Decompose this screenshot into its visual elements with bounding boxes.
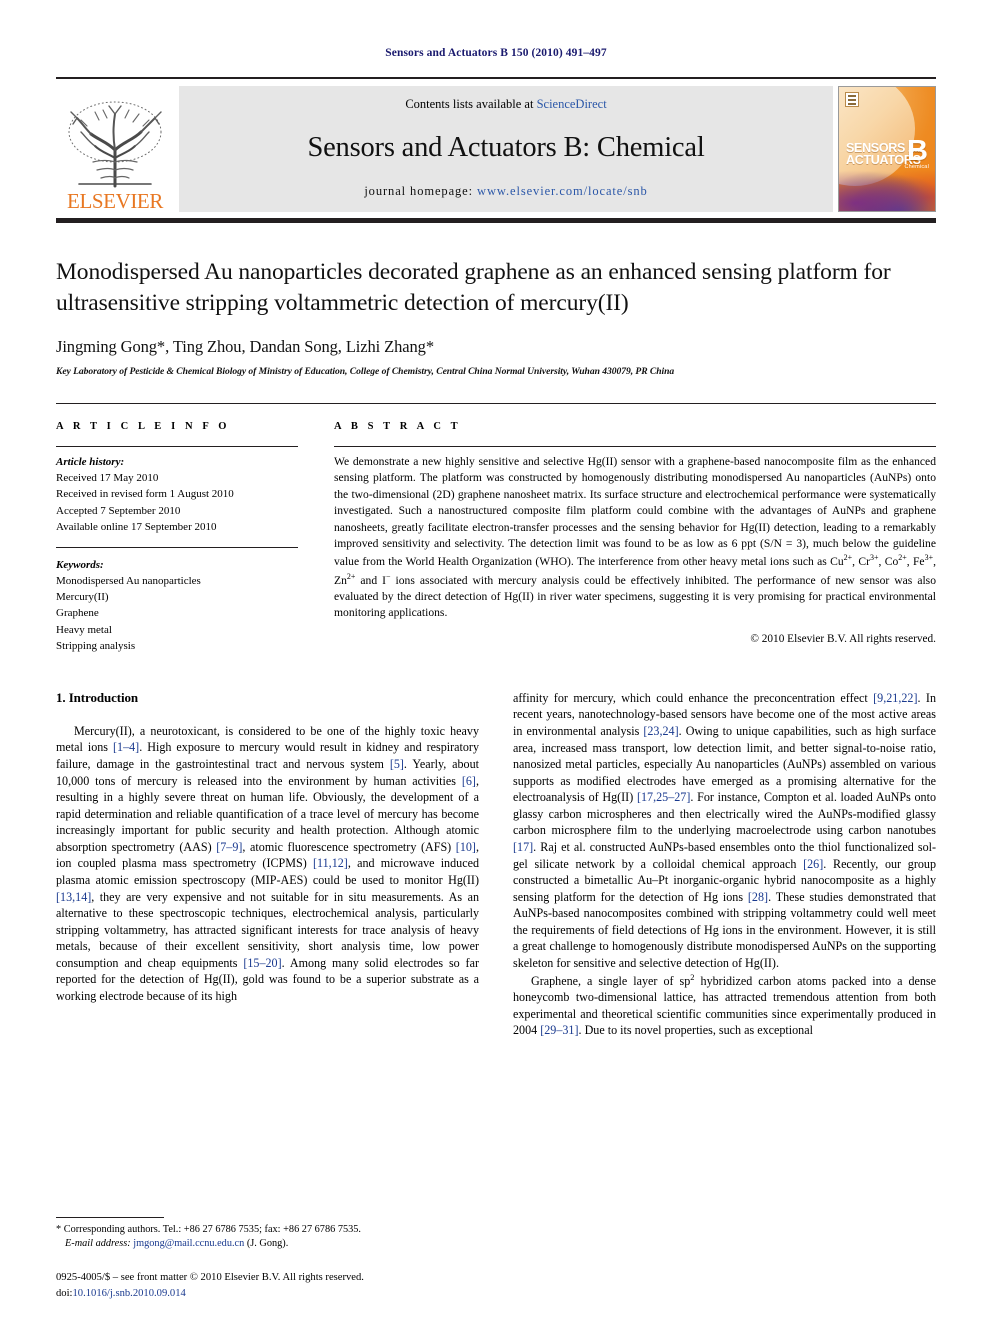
ion-charge: 2+ bbox=[843, 553, 853, 563]
body-column-left: 1. Introduction Mercury(II), a neurotoxi… bbox=[56, 690, 479, 1166]
citation-ref[interactable]: [11,12] bbox=[313, 856, 348, 870]
article-history-group: Article history: Received 17 May 2010 Re… bbox=[56, 454, 298, 535]
journal-homepage-link[interactable]: www.elsevier.com/locate/snb bbox=[477, 184, 648, 198]
citation-ref[interactable]: [7–9] bbox=[216, 840, 242, 854]
ion-charge: 3+ bbox=[924, 553, 934, 563]
citation-ref[interactable]: [6] bbox=[462, 774, 476, 788]
journal-title: Sensors and Actuators B: Chemical bbox=[307, 132, 705, 163]
contents-prefix: Contents lists available at bbox=[405, 97, 537, 111]
elsevier-wordmark: ELSEVIER bbox=[67, 189, 163, 213]
abstract-part-1: We demonstrate a new highly sensitive an… bbox=[334, 455, 936, 569]
ion-sep: , Fe bbox=[906, 555, 925, 569]
elsevier-tree-icon bbox=[68, 101, 162, 188]
cover-subtitle: Chemical bbox=[904, 163, 929, 170]
body-columns: 1. Introduction Mercury(II), a neurotoxi… bbox=[56, 690, 936, 1166]
cover-elsevier-mark-icon bbox=[845, 92, 859, 107]
citation-ref[interactable]: [13,14] bbox=[56, 890, 91, 904]
footnote-rule bbox=[56, 1216, 164, 1218]
citation-ref[interactable]: [17] bbox=[513, 840, 533, 854]
article-info-heading: A R T I C L E I N F O bbox=[56, 421, 231, 433]
abstract-heading: A B S T R A C T bbox=[334, 421, 462, 433]
imprint-block: 0925-4005/$ – see front matter © 2010 El… bbox=[56, 1270, 526, 1301]
corresponding-author-note: * Corresponding authors. Tel.: +86 27 67… bbox=[56, 1223, 361, 1235]
email-suffix: (J. Gong). bbox=[246, 1238, 289, 1250]
text-run: affinity for mercury, which could enhanc… bbox=[513, 690, 874, 705]
affiliation: Key Laboratory of Pesticide & Chemical B… bbox=[56, 366, 675, 378]
title-block: Monodispersed Au nanoparticles decorated… bbox=[56, 257, 936, 377]
text-run: , atomic fluorescence spectrometry (AFS) bbox=[242, 839, 456, 854]
journal-homepage-line: journal homepage: www.elsevier.com/locat… bbox=[364, 184, 647, 199]
keywords-label: Keywords: bbox=[56, 558, 104, 571]
journal-cover-thumbnail: SENSORS and ACTUATORS B Chemical bbox=[838, 86, 936, 212]
citation-ref[interactable]: [23,24] bbox=[643, 724, 678, 738]
citation-ref[interactable]: [26] bbox=[803, 857, 823, 871]
doi-link[interactable]: 10.1016/j.snb.2010.09.014 bbox=[72, 1288, 185, 1299]
masthead-rule bbox=[56, 218, 936, 223]
email-note: E-mail address: jmgong@mail.ccnu.edu.cn … bbox=[56, 1237, 479, 1252]
ion-sep: , Co bbox=[878, 555, 899, 569]
keyword-item: Monodispersed Au nanoparticles bbox=[56, 575, 201, 588]
keyword-item: Graphene bbox=[56, 607, 99, 620]
running-head: Sensors and Actuators B 150 (2010) 491–4… bbox=[385, 47, 607, 59]
author-list: Jingming Gong*, Ting Zhou, Dandan Song, … bbox=[56, 337, 434, 357]
journal-masthead: ELSEVIER Contents lists available at Sci… bbox=[56, 77, 936, 212]
history-item: Received in revised form 1 August 2010 bbox=[56, 488, 234, 501]
intro-paragraph-right-cont: affinity for mercury, which could enhanc… bbox=[513, 690, 936, 972]
article-info-column: A R T I C L E I N F O Article history: R… bbox=[56, 421, 298, 654]
citation-ref[interactable]: [10] bbox=[456, 840, 476, 854]
journal-band: Contents lists available at ScienceDirec… bbox=[179, 86, 833, 212]
abstract-part-2: and I bbox=[355, 573, 387, 587]
article-info-rule bbox=[56, 446, 298, 448]
citation-ref[interactable]: [9,21,22] bbox=[873, 691, 917, 705]
doi-line: doi:10.1016/j.snb.2010.09.014 bbox=[56, 1286, 526, 1301]
intro-paragraph-left: Mercury(II), a neurotoxicant, is conside… bbox=[56, 723, 479, 1005]
abstract-column: A B S T R A C T We demonstrate a new hig… bbox=[334, 421, 936, 654]
citation-ref[interactable]: [17,25–27] bbox=[637, 790, 690, 804]
keyword-item: Stripping analysis bbox=[56, 639, 136, 652]
intro-paragraph-graphene: Graphene, a single layer of sp2 hybridiz… bbox=[513, 972, 936, 1039]
contents-available-line: Contents lists available at ScienceDirec… bbox=[405, 97, 606, 112]
abstract-text: We demonstrate a new highly sensitive an… bbox=[334, 454, 936, 622]
sciencedirect-link[interactable]: ScienceDirect bbox=[537, 97, 607, 111]
cover-series-letter: B bbox=[907, 134, 928, 167]
history-item: Accepted 7 September 2010 bbox=[56, 504, 181, 517]
ion-charge: 3+ bbox=[869, 553, 879, 563]
keyword-item: Mercury(II) bbox=[56, 591, 109, 604]
text-run: . Due to its novel properties, such as e… bbox=[578, 1023, 813, 1038]
email-link[interactable]: jmgong@mail.ccnu.edu.cn bbox=[133, 1238, 244, 1249]
keywords-group: Keywords: Monodispersed Au nanoparticles… bbox=[56, 557, 298, 654]
body-column-right: affinity for mercury, which could enhanc… bbox=[513, 690, 936, 1166]
citation-ref[interactable]: [1–4] bbox=[113, 740, 139, 754]
email-label: E-mail address: bbox=[65, 1238, 131, 1250]
citation-ref[interactable]: [15–20] bbox=[243, 956, 281, 970]
keywords-rule bbox=[56, 546, 298, 548]
abstract-copyright: © 2010 Elsevier B.V. All rights reserved… bbox=[750, 632, 936, 645]
info-abstract-row: A R T I C L E I N F O Article history: R… bbox=[56, 403, 936, 654]
page-title: Monodispersed Au nanoparticles decorated… bbox=[56, 259, 891, 316]
history-item: Received 17 May 2010 bbox=[56, 472, 159, 485]
citation-ref[interactable]: [28] bbox=[748, 890, 768, 904]
citation-ref[interactable]: [29–31] bbox=[540, 1023, 578, 1037]
footnotes: * Corresponding authors. Tel.: +86 27 67… bbox=[56, 1216, 479, 1252]
ion-charge: 2+ bbox=[898, 553, 907, 563]
abstract-part-3: ions associated with mercury analysis co… bbox=[334, 573, 936, 620]
paper-page: Sensors and Actuators B 150 (2010) 491–4… bbox=[0, 0, 992, 1323]
citation-ref[interactable]: [5] bbox=[390, 757, 404, 771]
abstract-rule bbox=[334, 446, 936, 448]
history-item: Available online 17 September 2010 bbox=[56, 520, 217, 533]
section-title-introduction: 1. Introduction bbox=[56, 689, 139, 705]
ion-sep: , Cr bbox=[852, 555, 870, 569]
text-run: Graphene, a single layer of sp bbox=[531, 973, 691, 988]
article-history-label: Article history: bbox=[56, 456, 125, 469]
homepage-prefix: journal homepage: bbox=[364, 184, 478, 198]
elsevier-logo: ELSEVIER bbox=[56, 86, 174, 212]
doi-label: doi: bbox=[56, 1287, 73, 1299]
issn-copyright-line: 0925-4005/$ – see front matter © 2010 El… bbox=[56, 1272, 364, 1284]
keyword-item: Heavy metal bbox=[56, 623, 112, 636]
